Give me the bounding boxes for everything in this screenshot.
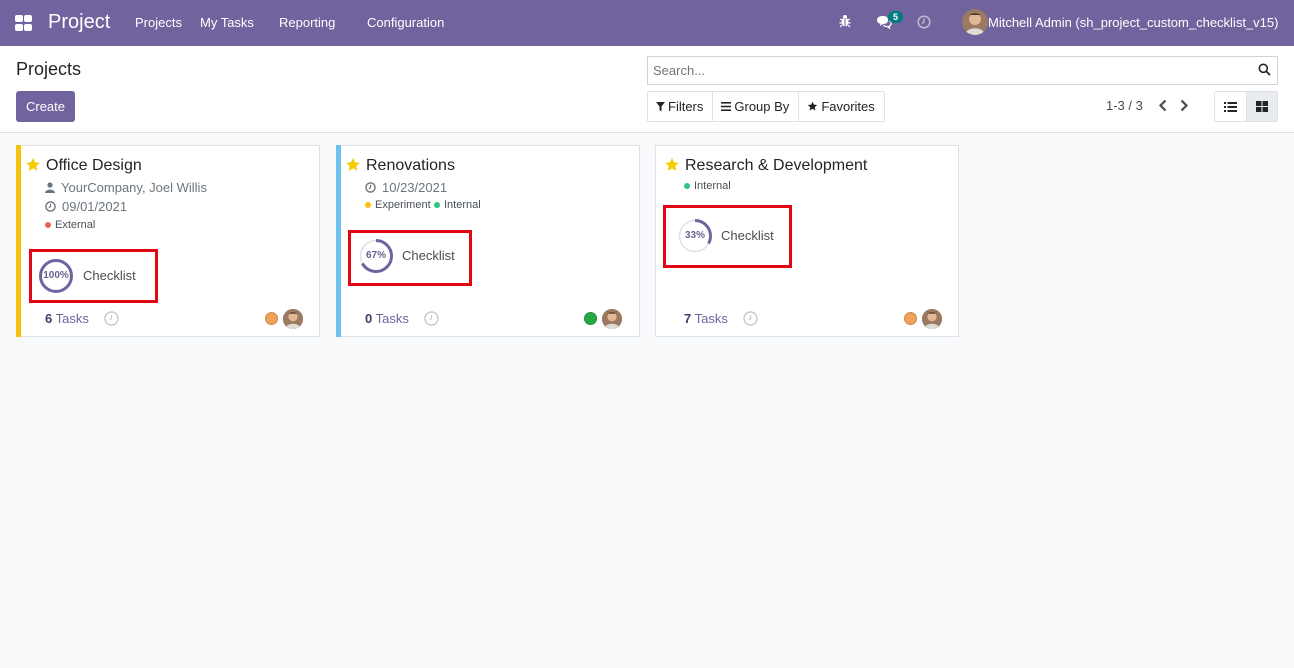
project-tag: Internal	[684, 180, 731, 192]
messages-count-badge: 5	[888, 11, 904, 23]
task-count: 0	[365, 311, 373, 326]
search-icon[interactable]	[1258, 63, 1271, 79]
user-menu-name[interactable]: Mitchell Admin (sh_project_custom_checkl…	[988, 15, 1278, 30]
favorite-star-icon[interactable]	[345, 157, 361, 176]
checklist-label: Checklist	[721, 228, 774, 243]
tasks-label: Tasks	[694, 311, 728, 326]
tasks-label: Tasks	[55, 311, 89, 326]
tasks-link[interactable]: 0 Tasks	[365, 311, 409, 326]
tag-label: External	[55, 219, 96, 231]
activity-clock-icon[interactable]	[104, 311, 119, 329]
view-switcher	[1214, 91, 1278, 122]
pager-value[interactable]: 1-3 / 3	[1106, 98, 1143, 113]
project-customer: YourCompany, Joel Willis	[45, 180, 207, 195]
manager-avatar	[283, 309, 303, 329]
manager-avatar	[922, 309, 942, 329]
project-color-bar	[336, 145, 341, 337]
tag-color-dot	[684, 183, 690, 189]
task-count: 7	[684, 311, 692, 326]
kanban-view-icon	[1255, 101, 1268, 112]
favorite-star-icon[interactable]	[664, 157, 680, 176]
date-value: 09/01/2021	[62, 199, 128, 214]
breadcrumb: Projects	[16, 59, 82, 79]
project-name[interactable]: Research & Development	[685, 157, 867, 175]
project-card[interactable]: Office Design YourCompany, Joel Willis 0…	[16, 145, 320, 337]
pager-next-icon[interactable]	[1179, 99, 1189, 115]
tasks-link[interactable]: 7 Tasks	[684, 311, 728, 326]
clock-icon	[365, 182, 376, 193]
tag-label: Internal	[694, 180, 731, 192]
search-options: Filters Group By Favorites	[647, 91, 885, 122]
user-icon	[45, 182, 55, 193]
pager-previous-icon[interactable]	[1158, 99, 1168, 115]
project-tag: Experiment	[365, 199, 431, 211]
apps-menu-icon[interactable]	[15, 15, 32, 31]
checklist-percent: 33%	[684, 230, 705, 241]
tag-color-dot	[45, 222, 51, 228]
favorite-star-icon[interactable]	[25, 157, 41, 176]
project-tag: External	[45, 219, 95, 231]
project-name[interactable]: Renovations	[366, 157, 455, 175]
create-button[interactable]: Create	[16, 91, 75, 122]
search-bar[interactable]	[647, 56, 1278, 85]
task-count: 6	[45, 311, 53, 326]
status-indicator[interactable]	[904, 312, 917, 325]
activity-clock-icon[interactable]	[917, 15, 931, 32]
tag-label: Experiment	[375, 199, 431, 211]
project-date: 09/01/2021	[45, 199, 127, 214]
customer-name: YourCompany, Joel Willis	[61, 180, 207, 195]
list-view-button[interactable]	[1215, 92, 1246, 121]
filters-label: Filters	[668, 99, 704, 114]
checklist-label: Checklist	[83, 268, 136, 283]
tag-color-dot	[365, 202, 371, 208]
tag-label: Internal	[444, 199, 481, 211]
project-tag: Internal	[434, 199, 481, 211]
checklist-widget[interactable]: 67% Checklist	[348, 230, 472, 286]
project-card[interactable]: Research & Development Internal 33% Chec…	[655, 145, 959, 337]
menu-configuration[interactable]: Configuration	[367, 15, 444, 30]
kanban-view-button[interactable]	[1245, 92, 1277, 121]
app-brand[interactable]: Project	[48, 11, 110, 34]
menu-reporting[interactable]: Reporting	[279, 15, 335, 30]
date-value: 10/23/2021	[382, 180, 448, 195]
bug-icon[interactable]	[839, 14, 851, 31]
checklist-percent: 100%	[43, 270, 69, 281]
clock-icon	[45, 201, 56, 212]
group-by-label: Group By	[734, 99, 790, 114]
list-bars-icon	[721, 102, 732, 111]
manager-avatar	[602, 309, 622, 329]
menu-my-tasks[interactable]: My Tasks	[200, 15, 254, 30]
checklist-label: Checklist	[402, 248, 455, 263]
project-card[interactable]: Renovations 10/23/2021 Experiment Intern…	[336, 145, 640, 337]
tag-color-dot	[434, 202, 440, 208]
checklist-widget[interactable]: 33% Checklist	[663, 205, 792, 268]
checklist-percent: 67%	[365, 250, 386, 261]
activity-clock-icon[interactable]	[743, 311, 758, 329]
menu-projects[interactable]: Projects	[135, 15, 182, 30]
user-avatar[interactable]	[962, 9, 988, 35]
filters-button[interactable]: Filters	[648, 92, 714, 121]
project-color-bar	[16, 145, 21, 337]
top-navbar: Project Projects My Tasks Reporting Conf…	[0, 0, 1294, 46]
list-view-icon	[1223, 101, 1237, 112]
status-indicator[interactable]	[265, 312, 278, 325]
tasks-link[interactable]: 6 Tasks	[45, 311, 89, 326]
status-indicator[interactable]	[584, 312, 597, 325]
checklist-widget[interactable]: 100% Checklist	[29, 249, 158, 303]
filter-icon	[656, 101, 665, 111]
project-name[interactable]: Office Design	[46, 157, 142, 175]
group-by-button[interactable]: Group By	[713, 92, 800, 121]
favorites-label: Favorites	[821, 99, 875, 114]
project-date: 10/23/2021	[365, 180, 447, 195]
star-icon	[808, 101, 818, 111]
tasks-label: Tasks	[375, 311, 409, 326]
control-panel: Projects Create Filters Group By Favorit…	[0, 46, 1294, 133]
activity-clock-icon[interactable]	[424, 311, 439, 329]
favorites-button[interactable]: Favorites	[799, 92, 883, 121]
search-input[interactable]	[653, 63, 1243, 78]
